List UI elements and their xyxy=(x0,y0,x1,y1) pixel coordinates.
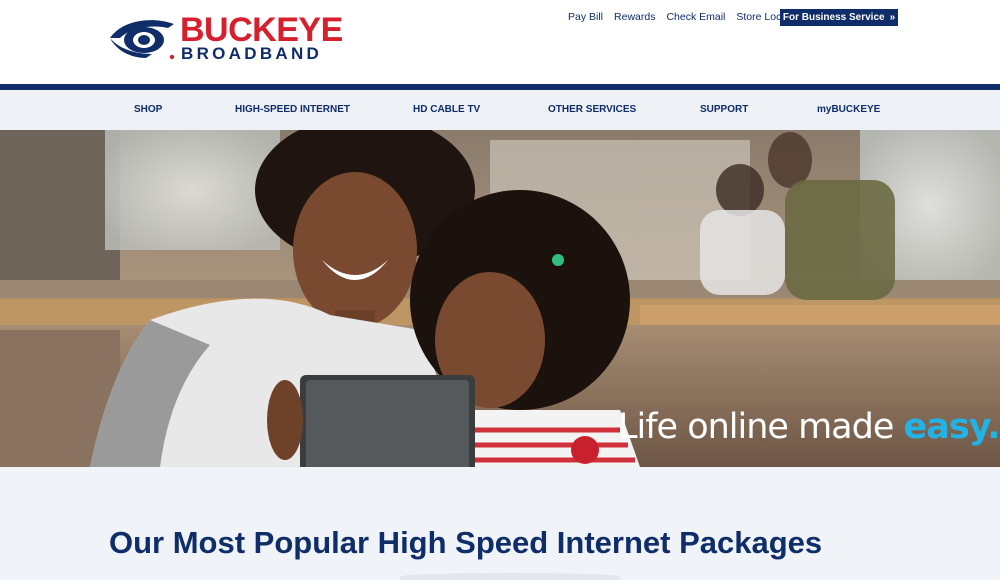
buckeye-logo[interactable]: BUCKEYE BROADBAND xyxy=(108,11,343,64)
hero-tagline-main: Life online made xyxy=(618,407,904,447)
nav-item-other-services[interactable]: OTHER SERVICES xyxy=(548,90,636,130)
hero-tagline-accent: easy. xyxy=(903,407,1000,447)
business-service-button[interactable]: For Business Service » xyxy=(780,9,898,26)
package-card-top xyxy=(400,573,620,580)
nav-item-mybuckeye[interactable]: myBUCKEYE xyxy=(817,90,880,130)
eye-logo-icon xyxy=(110,20,175,60)
site-header: BUCKEYE BROADBAND Pay Bill Rewards Check… xyxy=(0,0,1000,84)
business-service-label: For Business Service xyxy=(782,12,885,23)
nav-item-high-speed-internet[interactable]: HIGH-SPEED INTERNET xyxy=(235,90,350,130)
rewards-link[interactable]: Rewards xyxy=(614,11,655,23)
main-nav: SHOP HIGH-SPEED INTERNET HD CABLE TV OTH… xyxy=(0,90,1000,130)
hero-tagline: Life online made easy. xyxy=(618,404,1000,450)
check-email-link[interactable]: Check Email xyxy=(666,11,725,23)
nav-item-hd-cable-tv[interactable]: HD CABLE TV xyxy=(413,90,480,130)
packages-heading: Our Most Popular High Speed Internet Pac… xyxy=(109,525,823,560)
nav-item-support[interactable]: SUPPORT xyxy=(700,90,748,130)
logo-subtitle: BROADBAND xyxy=(181,44,323,63)
pay-bill-link[interactable]: Pay Bill xyxy=(568,11,603,23)
nav-item-shop[interactable]: SHOP xyxy=(134,90,162,130)
packages-section: Our Most Popular High Speed Internet Pac… xyxy=(0,467,1000,580)
double-chevron-right-icon: » xyxy=(889,12,896,23)
utility-nav: Pay Bill Rewards Check Email Store Locat… xyxy=(568,11,810,23)
